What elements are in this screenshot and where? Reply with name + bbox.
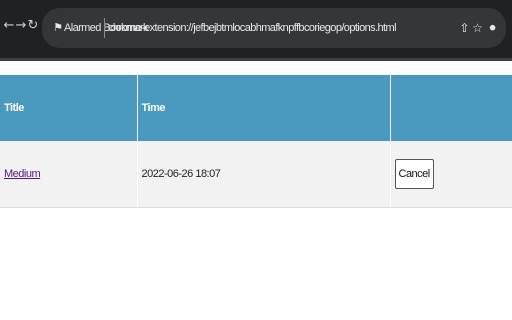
star-icon[interactable]: ☆ [472, 20, 483, 36]
address-bar[interactable]: ⚑ Alarmed Bookmark chrome-extension://je… [42, 8, 506, 48]
puzzle-icon[interactable]: ⚫ [487, 20, 498, 36]
header-time: Time [137, 75, 391, 141]
arrow-left-icon[interactable]: ← [3, 18, 15, 34]
header-title: Title [0, 75, 138, 141]
cell-time: 2022-06-26 18:07 [137, 141, 391, 208]
toolbar-divider [0, 58, 512, 61]
bookmark-link[interactable]: Medium [4, 168, 41, 180]
reload-icon[interactable]: ↻ [27, 18, 39, 34]
share-icon[interactable]: ⇧ [459, 20, 470, 36]
url-text[interactable]: chrome-extension://jefbejbtmlocabhmafknp… [108, 20, 397, 36]
cell-action: Cancel [390, 141, 512, 208]
bookmark-icon: ⚑ [53, 21, 63, 34]
cell-title: Medium [0, 141, 138, 208]
browser-toolbar: ← → ↻ ⚑ Alarmed Bookmark chrome-extensio… [0, 0, 512, 58]
table-row: Medium 2022-06-26 18:07 Cancel [0, 141, 512, 208]
table-header-row: Title Time [0, 75, 512, 141]
arrow-right-icon[interactable]: → [15, 18, 27, 34]
cancel-button[interactable]: Cancel [394, 158, 434, 189]
omnibox-divider [104, 18, 105, 38]
header-action [390, 75, 512, 141]
bookmark-table: Title Time Medium 2022-06-26 18:07 Cance… [0, 75, 512, 208]
